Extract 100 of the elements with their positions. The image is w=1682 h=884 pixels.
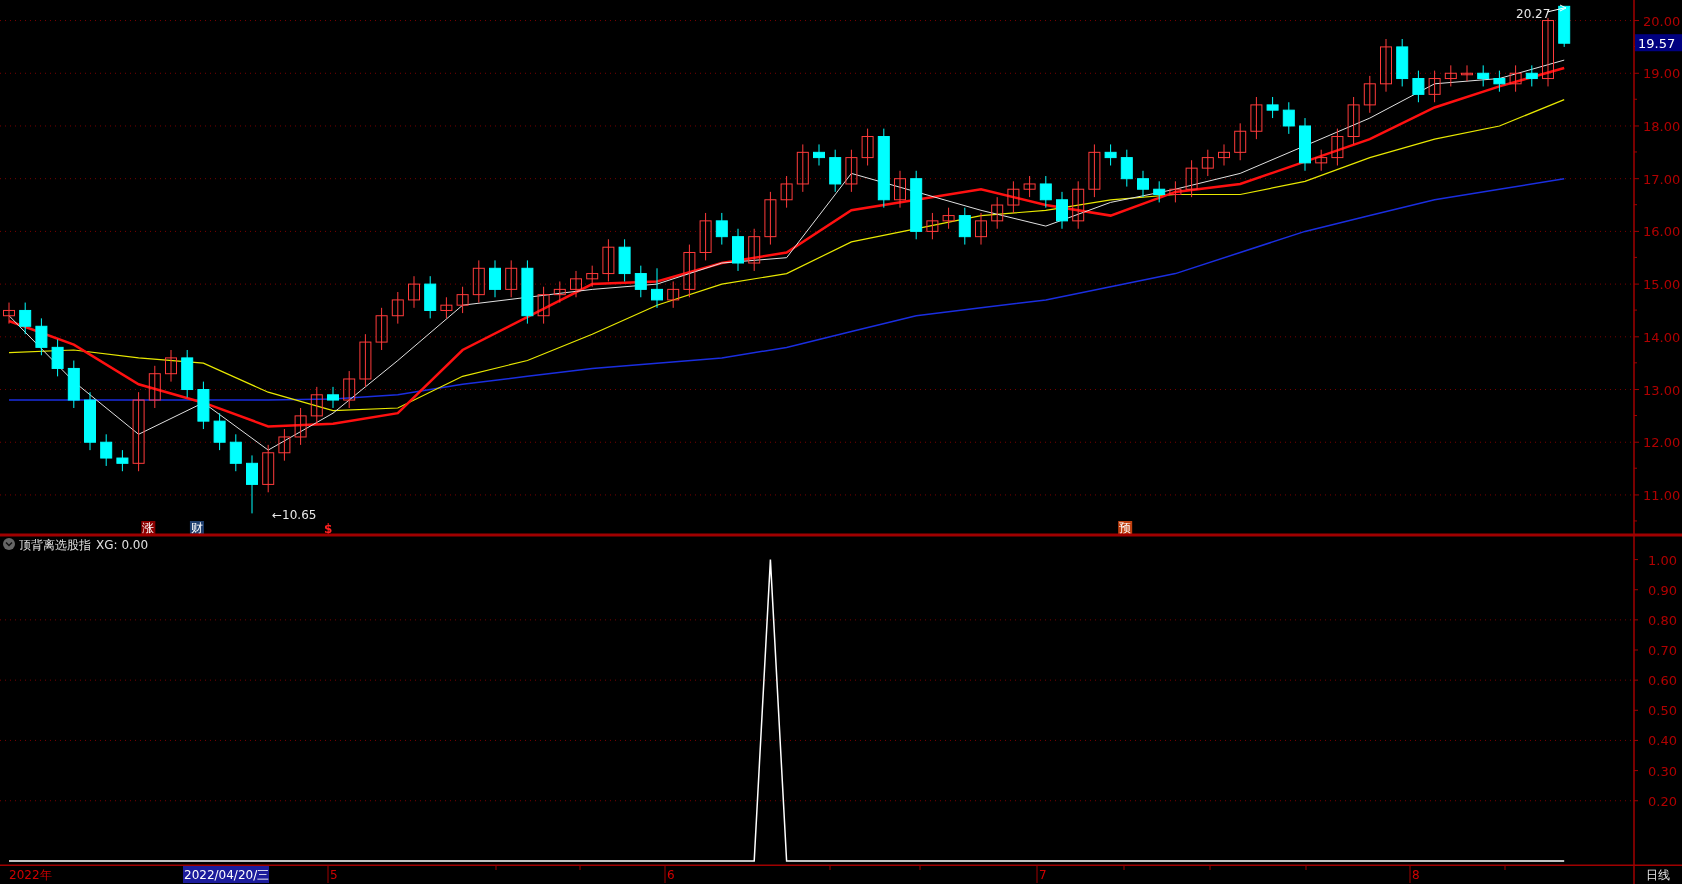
candlestick [456, 286, 469, 314]
candlestick [1218, 143, 1230, 166]
candlestick [1250, 96, 1263, 140]
event-badge[interactable]: 预 [1118, 521, 1133, 535]
candlestick [1234, 122, 1247, 161]
candlestick [829, 149, 842, 193]
candlestick [699, 212, 712, 261]
candlestick [375, 307, 388, 351]
candlestick [991, 196, 1004, 230]
candlestick [1444, 64, 1457, 87]
candlestick [489, 259, 501, 298]
candlestick [958, 207, 971, 246]
candlestick [1428, 70, 1441, 103]
candlestick [537, 286, 550, 325]
candlestick [1137, 170, 1149, 198]
indicator-axis-label: 0.70 [1648, 643, 1677, 658]
candlestick [1542, 17, 1554, 87]
time-axis-label: 2022/04/20/三 [183, 866, 270, 883]
candlestick [35, 317, 48, 356]
period-label[interactable]: 日线 [1646, 868, 1670, 882]
candlestick [84, 391, 96, 451]
indicator-axis-label: 1.00 [1648, 552, 1677, 568]
price-axis-label: 16.00 [1643, 224, 1681, 240]
time-axis-label: 5 [327, 866, 338, 884]
candlestick [19, 302, 32, 335]
indicator-axis-label: 0.30 [1648, 763, 1677, 779]
candlestick [1023, 175, 1036, 198]
indicator-axis-label: 0.20 [1648, 793, 1677, 809]
candlestick [1477, 64, 1490, 87]
candlestick [586, 265, 599, 288]
price-axis-label: 17.00 [1643, 171, 1681, 187]
candlestick [780, 175, 793, 209]
candlestick [1331, 128, 1344, 166]
candlestick [3, 302, 15, 325]
candlestick [278, 428, 291, 462]
candlestick [1056, 191, 1068, 230]
candlestick [1153, 180, 1166, 203]
candlestick [262, 444, 275, 493]
time-axis-label: 2022年 [9, 868, 52, 882]
candlestick [651, 267, 663, 309]
candlestick [1380, 38, 1392, 93]
indicator-axis-label: 0.40 [1648, 733, 1677, 749]
candlestick [359, 333, 372, 388]
candlestick [424, 275, 437, 319]
price-axis-label: 12.00 [1643, 435, 1681, 451]
high-price-label: 20.27 [1516, 7, 1551, 21]
price-axis-label: 15.00 [1643, 277, 1681, 293]
candlestick [926, 212, 939, 240]
candlestick [1088, 143, 1101, 198]
candlestick [861, 128, 874, 166]
candlestick [408, 275, 420, 309]
candlestick [1072, 180, 1085, 230]
event-badge[interactable]: 涨 [141, 521, 156, 535]
candlestick [845, 149, 858, 193]
price-axis-label: 18.00 [1643, 119, 1681, 134]
candlestick [553, 280, 566, 304]
time-axis-label: 7 [1036, 866, 1047, 884]
candlestick [1558, 5, 1571, 48]
candlestick [229, 433, 242, 472]
candlestick [181, 349, 194, 398]
event-marker[interactable]: $ [323, 522, 333, 535]
candlestick [748, 228, 761, 272]
candlestick [764, 191, 777, 246]
event-badge[interactable]: 财 [189, 521, 204, 535]
candlestick [570, 270, 582, 298]
candlestick [1185, 159, 1198, 198]
candlestick [505, 259, 518, 298]
candlestick [1266, 96, 1279, 119]
candlestick [796, 143, 809, 193]
candlestick [1201, 149, 1214, 177]
candlestick [1169, 180, 1182, 203]
candlestick [942, 207, 955, 230]
candlestick [165, 349, 177, 383]
candlestick [715, 212, 728, 246]
candlestick [975, 212, 987, 246]
price-axis-label: 19.00 [1643, 66, 1681, 82]
candlestick [1412, 70, 1425, 103]
price-axis-label: 13.00 [1643, 382, 1681, 398]
collapse-icon[interactable] [3, 538, 15, 550]
candlestick [148, 365, 161, 409]
candlestick [1282, 101, 1295, 135]
candlestick [100, 433, 113, 467]
indicator-value: XG: 0.00 [96, 538, 149, 552]
candlestick [618, 238, 631, 282]
candlestick [51, 338, 64, 377]
price-axis-label: 20.00 [1643, 13, 1681, 29]
candlestick [813, 143, 825, 166]
indicator-axis-label: 0.50 [1648, 703, 1677, 719]
candlestick [1039, 175, 1052, 209]
candlestick [1315, 149, 1328, 172]
indicator-axis-label: 0.80 [1648, 612, 1677, 628]
candlestick [116, 449, 129, 472]
candlestick [1461, 64, 1473, 82]
candlestick [521, 259, 534, 325]
candlestick [310, 386, 323, 425]
candlestick [343, 370, 356, 409]
candlestick [683, 244, 696, 298]
candlestick [67, 360, 80, 409]
candlestick [213, 412, 226, 451]
indicator-name: 顶背离选股指 [19, 538, 91, 552]
